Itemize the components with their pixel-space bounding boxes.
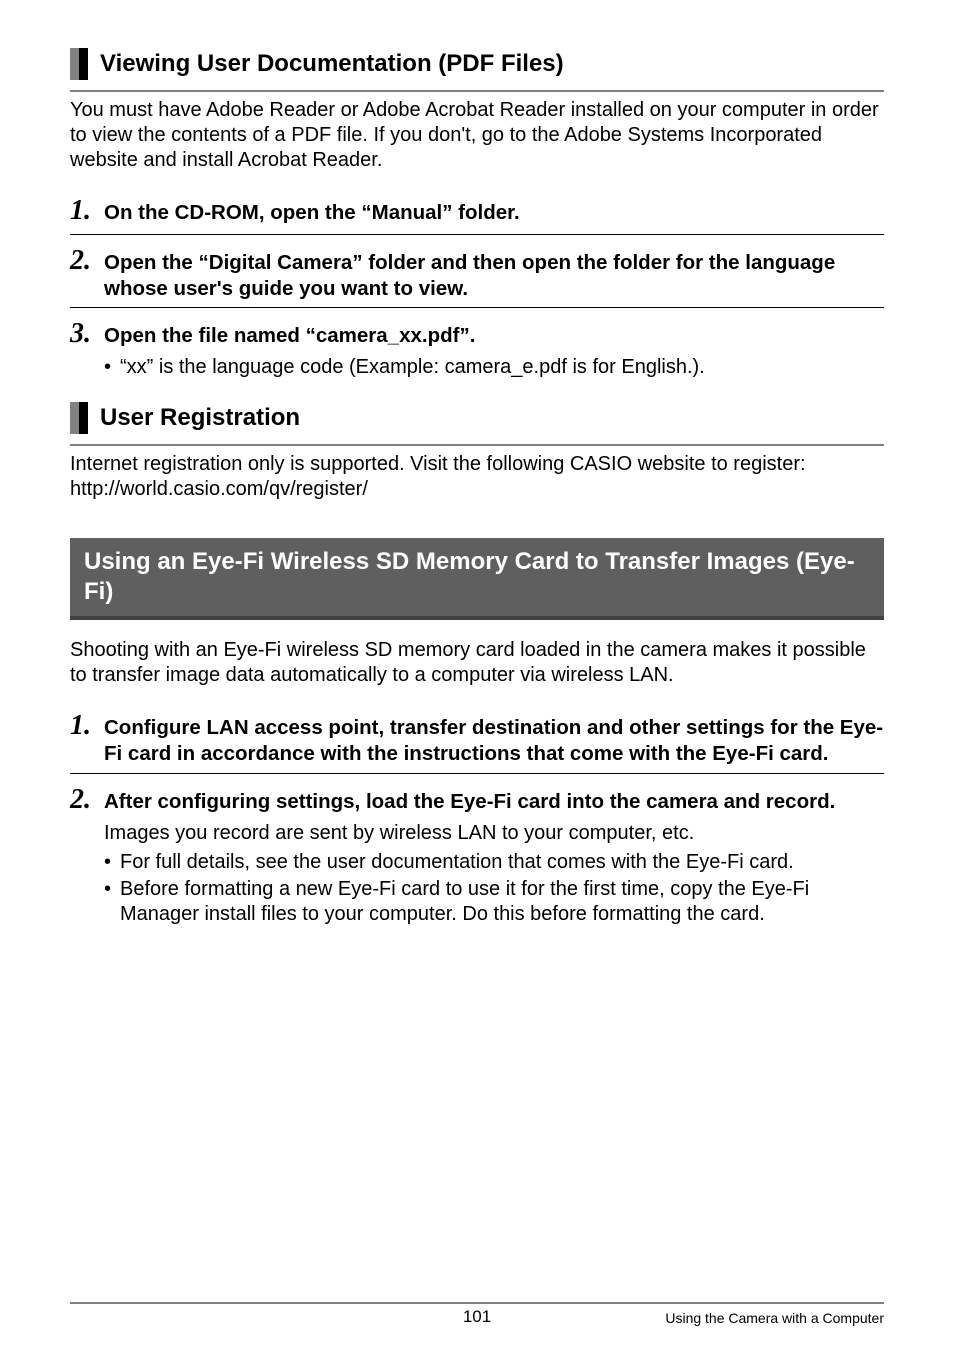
page-number: 101: [70, 1306, 884, 1327]
major-heading-eyefi: Using an Eye-Fi Wireless SD Memory Card …: [70, 538, 884, 620]
step-text: Open the “Digital Camera” folder and the…: [104, 250, 884, 301]
step-text: Open the file named “camera_xx.pdf”.: [104, 323, 475, 349]
subheading-user-registration: User Registration: [70, 402, 884, 434]
bullet-text: For full details, see the user documenta…: [120, 850, 794, 875]
step-2-body: Images you record are sent by wireless L…: [104, 821, 884, 846]
step-separator: [70, 234, 884, 235]
step-number: 2.: [70, 243, 104, 278]
subheading-bar-grey: [70, 402, 79, 434]
bullet-dot: •: [104, 850, 120, 875]
bullet-text: Before formatting a new Eye-Fi card to u…: [120, 877, 884, 927]
subheading-bar-black: [79, 402, 88, 434]
step-1-eyefi: 1. Configure LAN access point, transfer …: [70, 708, 884, 766]
step-2: 2. Open the “Digital Camera” folder and …: [70, 243, 884, 301]
step-2-bullet-1: • For full details, see the user documen…: [104, 850, 884, 875]
bullet-text: “xx” is the language code (Example: came…: [120, 355, 705, 380]
subheading-label: Viewing User Documentation (PDF Files): [100, 48, 564, 80]
bullet-dot: •: [104, 877, 120, 927]
step-text: Configure LAN access point, transfer des…: [104, 715, 884, 766]
step-number: 1.: [70, 708, 104, 743]
step-text: After configuring settings, load the Eye…: [104, 789, 835, 815]
subheading-viewing-docs: Viewing User Documentation (PDF Files): [70, 48, 884, 80]
subheading-underline: [70, 90, 884, 92]
step-separator: [70, 307, 884, 308]
step-2-eyefi: 2. After configuring settings, load the …: [70, 782, 884, 927]
step-number: 3.: [70, 316, 104, 351]
bullet-dot: •: [104, 355, 120, 380]
subheading-bar-black: [79, 48, 88, 80]
step-separator: [70, 773, 884, 774]
section3-intro: Shooting with an Eye-Fi wireless SD memo…: [70, 638, 884, 688]
subheading-underline: [70, 444, 884, 446]
step-3: 3. Open the file named “camera_xx.pdf”. …: [70, 316, 884, 380]
section2-para: Internet registration only is supported.…: [70, 452, 884, 502]
step-1: 1. On the CD-ROM, open the “Manual” fold…: [70, 193, 884, 228]
section1-intro: You must have Adobe Reader or Adobe Acro…: [70, 98, 884, 173]
subheading-bar-grey: [70, 48, 79, 80]
step-text: On the CD-ROM, open the “Manual” folder.: [104, 200, 520, 226]
step-3-bullet: • “xx” is the language code (Example: ca…: [104, 355, 884, 380]
subheading-label: User Registration: [100, 402, 300, 434]
step-number: 2.: [70, 782, 104, 817]
page-footer: 101 Using the Camera with a Computer: [70, 1302, 884, 1328]
step-2-bullet-2: • Before formatting a new Eye-Fi card to…: [104, 877, 884, 927]
step-number: 1.: [70, 193, 104, 228]
